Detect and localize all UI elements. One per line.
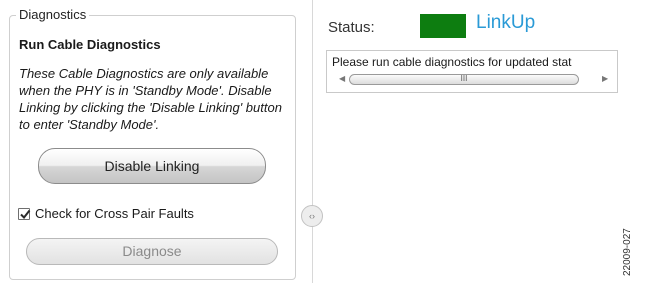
status-label: Status: (328, 19, 375, 36)
checkmark-icon (20, 209, 31, 219)
scrollbar-thumb[interactable]: III (349, 74, 579, 85)
status-indicator (420, 14, 466, 38)
cross-pair-checkbox[interactable] (18, 207, 31, 220)
diagnostics-group-label: Diagnostics (16, 7, 90, 22)
section-title: Run Cable Diagnostics (19, 37, 161, 52)
collapse-expand-icon[interactable]: ‹› (301, 205, 323, 227)
cross-pair-checkbox-label: Check for Cross Pair Faults (35, 206, 194, 221)
diagnostics-output-box[interactable]: Please run cable diagnostics for updated… (326, 50, 618, 93)
diagnose-button[interactable]: Diagnose (26, 238, 278, 265)
diagnostics-description: These Cable Diagnostics are only availab… (19, 66, 282, 132)
figure-id: 22009-027 (622, 228, 633, 276)
horizontal-scrollbar[interactable]: ◀ III ▶ (329, 72, 615, 87)
scroll-left-icon[interactable]: ◀ (339, 74, 345, 83)
status-value: LinkUp (476, 12, 536, 33)
disable-linking-button[interactable]: Disable Linking (38, 148, 266, 184)
scroll-right-icon[interactable]: ▶ (602, 74, 608, 83)
output-text: Please run cable diagnostics for updated… (332, 55, 572, 69)
panel-divider (312, 0, 313, 283)
cross-pair-check-row[interactable]: Check for Cross Pair Faults (18, 206, 194, 221)
